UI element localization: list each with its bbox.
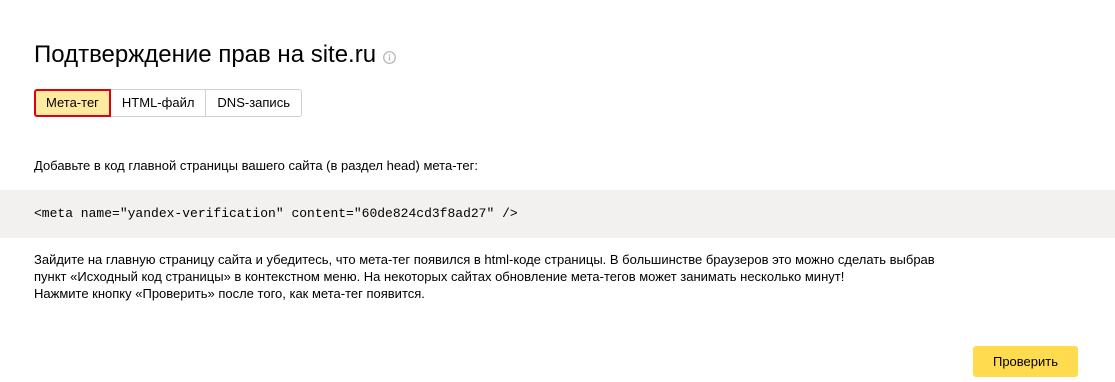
meta-tag-code[interactable]: <meta name="yandex-verification" content… <box>34 205 518 223</box>
description-line: Нажмите кнопку «Проверить» после того, к… <box>34 286 425 301</box>
page-title: Подтверждение прав на site.ru <box>34 41 377 68</box>
tab-dns-record[interactable]: DNS-запись <box>206 89 302 117</box>
tab-html-file[interactable]: HTML-файл <box>110 89 207 117</box>
code-block: <meta name="yandex-verification" content… <box>0 190 1115 238</box>
page-header: Подтверждение прав на site.ru <box>34 40 396 70</box>
verify-button[interactable]: Проверить <box>973 346 1078 377</box>
description-line: Зайдите на главную страницу сайта и убед… <box>34 252 935 267</box>
instruction-text: Добавьте в код главной страницы вашего с… <box>34 158 478 173</box>
description-text: Зайдите на главную страницу сайта и убед… <box>34 251 1094 302</box>
verification-method-tabs: Мета-тег HTML-файл DNS-запись <box>34 89 302 117</box>
description-line: пункт «Исходный код страницы» в контекст… <box>34 269 845 284</box>
info-circle-icon[interactable] <box>383 50 396 64</box>
tab-meta-tag[interactable]: Мета-тег <box>34 89 111 117</box>
